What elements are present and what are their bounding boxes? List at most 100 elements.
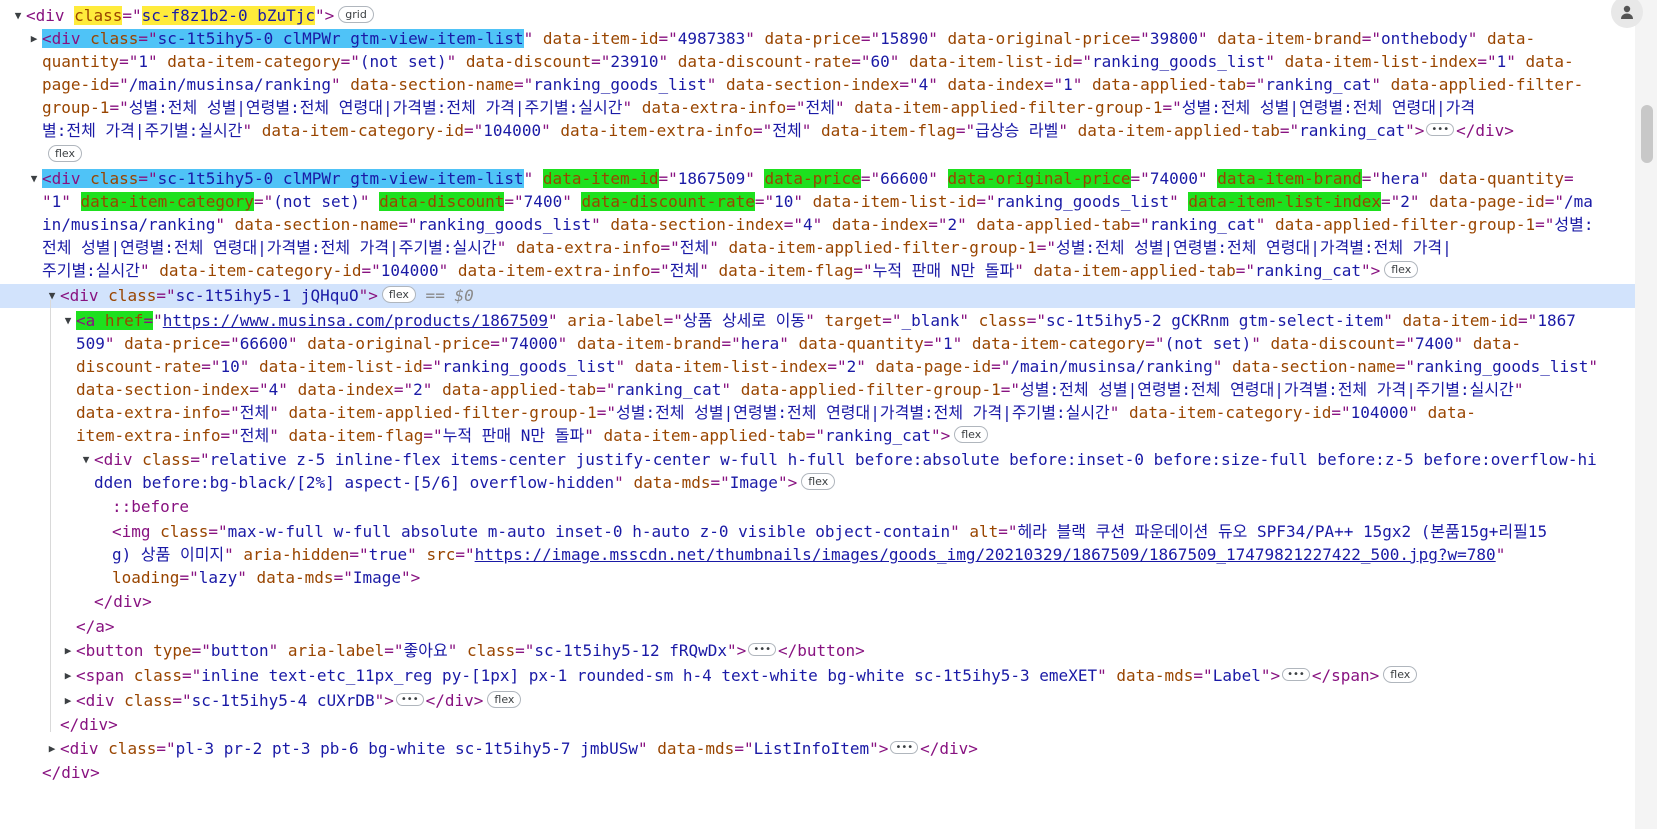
dom-line[interactable]: ▼ <div class="sc-f8z1b2-0 bZuTjc"> grid (0, 4, 1635, 28)
expand-caret-icon[interactable]: ▼ (28, 167, 40, 191)
dom-node-selected[interactable]: ▼ <div class="sc-1t5ihy5-1 jQHquO"> flex =… (0, 284, 1635, 309)
expand-caret-icon[interactable]: ▼ (12, 4, 24, 28)
tag-token: </div> (94, 592, 152, 611)
tag-token: =" (882, 311, 902, 330)
dom-line[interactable]: 전체 성별|연령별:전체 연령대|가격별:전체 가격|주기별:실시간" data… (0, 236, 1635, 260)
tag-token: =" (253, 192, 274, 211)
attribute-name: data-quantity (798, 334, 924, 353)
tag-token: =" (220, 426, 240, 445)
dom-line[interactable]: ::before (0, 495, 1635, 519)
tag-token: " (1212, 357, 1232, 376)
attribute-value: (not set) (1164, 334, 1252, 353)
collapse-caret-icon[interactable]: ▶ (28, 27, 40, 51)
dom-line[interactable]: 주기별:실시간" data-item-category-id="104000" … (0, 259, 1635, 283)
expand-caret-icon[interactable]: ▼ (80, 448, 92, 472)
tag-token: " (658, 52, 678, 71)
tag-token: " (1408, 403, 1428, 422)
tag-token: " (614, 473, 634, 492)
layout-badge[interactable]: flex (487, 691, 522, 708)
dom-line[interactable]: ▶ <div class="pl-3 pr-2 pt-3 pb-6 bg-whit… (0, 737, 1635, 761)
attribute-value: 1 (943, 334, 953, 353)
dom-line[interactable]: </div> (0, 761, 1635, 785)
tag-token: <img (112, 522, 161, 541)
tag-token: =" (1395, 357, 1415, 376)
attribute-value: Label (1212, 666, 1261, 685)
dom-line[interactable]: g) 상품 이미지" aria-hidden="true" src="https… (0, 543, 1635, 567)
dom-line[interactable]: </div> (0, 713, 1635, 737)
tag-token: " (1169, 192, 1189, 211)
ellipsis-button[interactable]: ••• (1426, 123, 1455, 136)
ellipsis-button[interactable]: ••• (1282, 668, 1310, 681)
attribute-value: 전체 (669, 261, 700, 280)
ellipsis-button[interactable]: ••• (890, 741, 919, 754)
vertical-scrollbar[interactable] (1635, 0, 1657, 829)
dom-line[interactable]: ▶ <span class="inline text-etc_11px_reg p… (0, 664, 1635, 688)
url-link[interactable]: https://image.msscdn.net/thumbnails/imag… (475, 545, 1496, 564)
dom-line[interactable]: item-extra-info="전체" data-item-flag="누적 … (0, 424, 1635, 448)
tag-token: =" (991, 357, 1011, 376)
collapse-caret-icon[interactable]: ▶ (62, 689, 74, 713)
dom-line[interactable]: page-id="/main/musinsa/ranking" data-sec… (0, 73, 1635, 97)
ellipsis-button[interactable]: ••• (748, 643, 777, 656)
collapse-caret-icon[interactable]: ▶ (62, 639, 74, 663)
dom-line[interactable]: data-extra-info="전체" data-item-applied-f… (0, 401, 1635, 425)
attribute-name: data-item-category-id (261, 121, 465, 140)
attribute-value: 104000 (483, 121, 542, 140)
dom-line[interactable]: 509" data-price="66600" data-original-pr… (0, 332, 1635, 356)
attribute-value: ranking_cat (1255, 261, 1361, 280)
layout-badge[interactable]: flex (1384, 261, 1419, 278)
dom-line[interactable]: data-section-index="4" data-index="2" da… (0, 378, 1635, 402)
layout-badge[interactable]: flex (1383, 666, 1418, 683)
attribute-name: data-section-index (725, 75, 900, 94)
dom-line[interactable]: discount-rate="10" data-item-list-id="ra… (0, 355, 1635, 379)
attribute-value: ranking_goods_list (533, 75, 707, 94)
layout-badge[interactable]: flex (801, 473, 836, 490)
dom-line[interactable]: ▼ <div class="relative z-5 inline-flex it… (0, 448, 1635, 472)
attribute-name: data-discount (465, 52, 592, 71)
collapse-caret-icon[interactable]: ▶ (46, 737, 58, 761)
dom-line[interactable]: ▶ <button type="button" aria-label="좋아요" … (0, 639, 1635, 663)
tag-token: <span (76, 666, 134, 685)
dom-line[interactable]: 별:전체 가격|주기별:실시간" data-item-category-id="… (0, 119, 1635, 143)
attribute-name: data-item-list-index (1284, 52, 1478, 71)
attribute-value: pl-3 pr-2 pt-3 pb-6 bg-white sc-1t5ihy5-… (175, 739, 638, 758)
dom-line[interactable]: ▼ <a href="https://www.musinsa.com/produc… (0, 309, 1635, 333)
tag-token: " (1197, 29, 1218, 48)
tag-token: " (42, 192, 52, 211)
dom-line[interactable]: "1" data-item-category="(not set)" data-… (0, 190, 1635, 214)
attribute-value: /main/musinsa/ranking (1010, 357, 1213, 376)
dom-line[interactable]: ▶ <div class="sc-1t5ihy5-4 cUXrDB"> ••• </d… (0, 689, 1635, 713)
attribute-name: data-applied-tab (1092, 75, 1247, 94)
layout-badge[interactable]: flex (381, 286, 416, 303)
dom-line[interactable]: quantity="1" data-item-category="(not se… (0, 50, 1635, 74)
layout-badge[interactable]: flex (954, 426, 989, 443)
tag-token: </div> (42, 763, 100, 782)
expand-caret-icon[interactable]: ▼ (62, 309, 74, 333)
layout-badge[interactable]: grid (338, 6, 374, 23)
attribute-value: sc-f8z1b2-0 bZuTjc (141, 6, 315, 25)
scrollbar-thumb[interactable] (1641, 105, 1653, 163)
dom-line[interactable]: ▼ <div class="sc-1t5ihy5-0 clMPWr gtm-vie… (0, 167, 1635, 191)
dom-line[interactable]: dden before:bg-black/[2%] aspect-[5/6] o… (0, 471, 1635, 495)
attribute-name: aria-hidden (243, 545, 350, 564)
attribute-name: data-mds (633, 473, 711, 492)
dom-line[interactable]: <img class="max-w-full w-full absolute m… (0, 520, 1635, 544)
attribute-value: 2 (947, 215, 958, 234)
dom-line[interactable]: </a> (0, 615, 1635, 639)
dom-line[interactable]: group-1="성별:전체 성별|연령별:전체 연령대|가격별:전체 가격|주… (0, 96, 1635, 120)
dom-line[interactable]: loading="lazy" data-mds="Image"> (0, 566, 1635, 590)
dom-line[interactable]: </div> (0, 590, 1635, 614)
collapse-caret-icon[interactable]: ▶ (62, 664, 74, 688)
url-link[interactable]: https://www.musinsa.com/products/1867509 (163, 311, 548, 330)
dom-line[interactable]: ▶ <div class="sc-1t5ihy5-0 clMPWr gtm-vie… (0, 27, 1635, 51)
expand-caret-icon[interactable]: ▼ (46, 284, 58, 308)
tag-token: =" (786, 98, 806, 117)
ellipsis-button[interactable]: ••• (395, 693, 424, 706)
dom-line[interactable]: flex (0, 143, 1635, 167)
dom-line[interactable]: in/musinsa/ranking" data-section-name="r… (0, 213, 1635, 237)
tag-token: </div> (425, 691, 484, 710)
layout-badge[interactable]: flex (48, 145, 83, 162)
tag-token: " (239, 357, 260, 376)
tag-token: =" (220, 334, 240, 353)
tag-token: " (548, 311, 568, 330)
